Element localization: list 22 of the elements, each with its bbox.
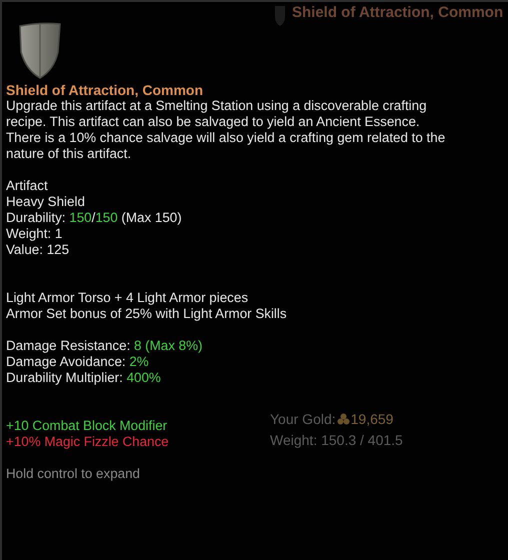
stat-line: Damage Avoidance: 2% (6, 354, 149, 370)
stat-line: Durability Multiplier: 400% (6, 370, 161, 386)
coins-icon (336, 413, 350, 425)
stat-line: Armor Set bonus of 25% with Light Armor Skills (6, 306, 287, 322)
stat-line: +10 Combat Block Modifier (6, 418, 168, 434)
currency-amount: 19,659 (350, 411, 394, 427)
stat-line: Artifact (6, 178, 48, 194)
stat-line: Weight: 1 (6, 226, 62, 242)
stat-line: Heavy Shield (6, 194, 85, 210)
item-title: Shield of Attraction, Common (292, 5, 504, 21)
shield-icon (18, 22, 62, 80)
stat-line: Damage Resistance: 8 (Max 8%) (6, 338, 202, 354)
item-title: Shield of Attraction, Common (6, 82, 204, 98)
stat-line: Durability: 150/150 (Max 150) (6, 210, 182, 226)
weight-text: Weight: 150.3 / 401.5 (270, 432, 403, 448)
stat-line: Light Armor Torso + 4 Light Armor pieces (6, 290, 248, 306)
currency-label: Your Gold: (270, 411, 336, 427)
stat-line: +10% Magic Fizzle Chance (6, 434, 169, 450)
stat-line: Value: 125 (6, 242, 70, 258)
item-description: Upgrade this artifact at a Smelting Station using a discoverable crafting recipe. This artifact can also be salvaged to yield an Ancient Essence. There is a 10% chance salvage will also yield a crafting gem related to the nature of this artifact. (6, 98, 446, 162)
hint-text: Hold control to expand (6, 466, 141, 482)
shield-icon (274, 5, 286, 27)
